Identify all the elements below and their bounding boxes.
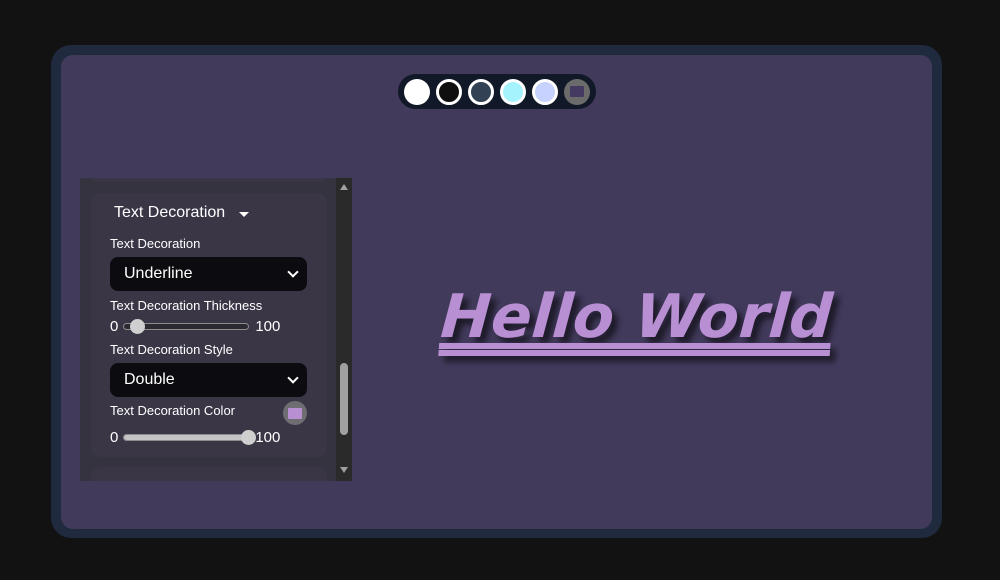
opacity-slider-fill xyxy=(124,435,249,440)
chevron-down-icon xyxy=(287,266,299,278)
decoration-label: Text Decoration xyxy=(110,236,201,251)
thickness-min: 0 xyxy=(110,318,119,335)
color-picker-icon xyxy=(570,86,584,97)
scrollbar-thumb[interactable] xyxy=(340,363,348,435)
preview-stage: Text Decoration Text Decoration Underlin… xyxy=(61,55,932,529)
decoration-select-value: Underline xyxy=(124,265,193,282)
style-select[interactable]: Double xyxy=(110,363,307,397)
opacity-slider-thumb[interactable] xyxy=(241,430,257,445)
color-label: Text Decoration Color xyxy=(110,403,235,418)
style-label: Text Decoration Style xyxy=(110,342,233,357)
scroll-up-arrow-icon[interactable] xyxy=(340,184,348,190)
thickness-slider-row: 0 100 xyxy=(110,318,280,335)
opacity-slider[interactable] xyxy=(123,430,257,445)
swatch-indigo[interactable] xyxy=(532,78,558,105)
color-swatch-icon xyxy=(288,407,302,419)
swatch-cyan[interactable] xyxy=(500,78,526,105)
decoration-color-picker[interactable] xyxy=(283,401,307,425)
thickness-slider[interactable] xyxy=(123,319,250,334)
chevron-down-icon xyxy=(287,372,299,384)
caret-down-icon xyxy=(239,212,250,217)
preview-text: Hello World xyxy=(438,282,835,352)
section-title: Text Decoration xyxy=(114,204,226,221)
scroll-down-arrow-icon[interactable] xyxy=(340,467,348,473)
decoration-select[interactable]: Underline xyxy=(110,257,307,291)
previous-section-card xyxy=(91,178,327,182)
thickness-slider-thumb[interactable] xyxy=(129,319,145,334)
opacity-min: 0 xyxy=(110,429,119,446)
app-frame: Text Decoration Text Decoration Underlin… xyxy=(51,45,942,538)
thickness-max: 100 xyxy=(255,318,281,335)
swatch-white[interactable] xyxy=(404,78,430,105)
settings-panel: Text Decoration Text Decoration Underlin… xyxy=(80,178,352,481)
next-section-card xyxy=(91,467,327,481)
opacity-slider-row: 0 100 xyxy=(110,429,280,446)
thickness-label: Text Decoration Thickness xyxy=(110,298,263,313)
opacity-max: 100 xyxy=(255,429,281,446)
section-header-toggle[interactable]: Text Decoration xyxy=(114,204,250,222)
swatch-custom-color-picker[interactable] xyxy=(564,78,590,105)
swatch-black[interactable] xyxy=(436,78,462,105)
panel-scrollbar[interactable] xyxy=(336,178,352,481)
style-select-value: Double xyxy=(124,371,175,388)
text-decoration-section: Text Decoration Text Decoration Underlin… xyxy=(91,193,327,457)
background-swatch-bar xyxy=(398,74,596,109)
swatch-slate[interactable] xyxy=(468,78,494,105)
